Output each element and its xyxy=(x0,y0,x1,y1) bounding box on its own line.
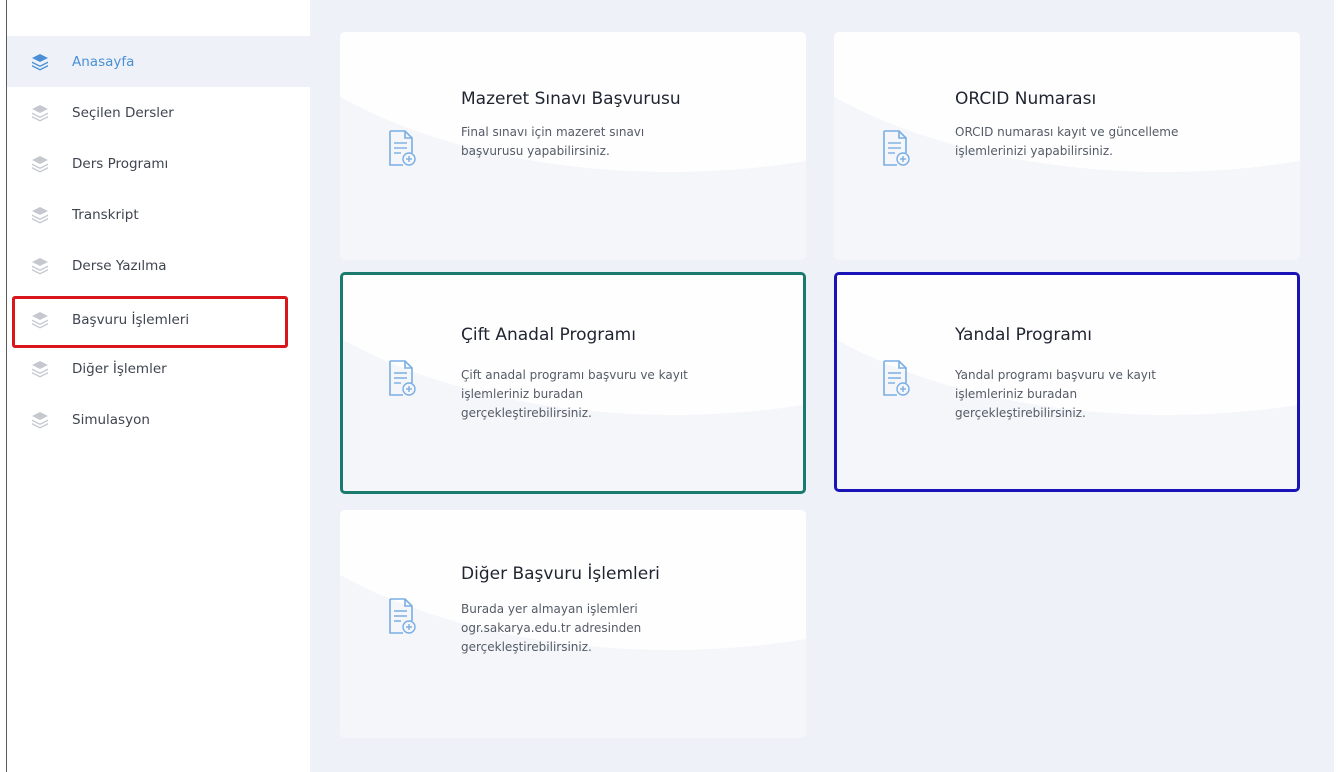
card-description-line: gerçekleştirebilirsiniz. xyxy=(955,406,1086,420)
layers-icon xyxy=(31,104,49,122)
card-yandal-programi[interactable]: Yandal Programı Yandal programı başvuru … xyxy=(834,272,1300,492)
card-description-line: işlemlerinizi yapabilirsiniz. xyxy=(955,144,1113,158)
card-title: ORCID Numarası xyxy=(955,89,1097,109)
sidebar-item-label: Seçilen Dersler xyxy=(72,104,174,121)
card-diger-basvuru-islemleri[interactable]: Diğer Başvuru İşlemleri Burada yer almay… xyxy=(340,510,806,738)
sidebar-item-secilen-dersler[interactable]: Seçilen Dersler xyxy=(7,87,310,138)
layers-icon xyxy=(31,311,49,329)
card-description-line: Burada yer almayan işlemleri xyxy=(461,602,638,616)
card-orcid-numarasi[interactable]: ORCID Numarası ORCID numarası kayıt ve g… xyxy=(834,32,1300,260)
sidebar-item-ders-programi[interactable]: Ders Programı xyxy=(7,138,310,189)
sidebar-item-label: Derse Yazılma xyxy=(72,257,167,274)
document-add-icon xyxy=(389,130,416,166)
card-description-line: işlemleriniz buradan xyxy=(461,387,584,401)
card-title: Mazeret Sınavı Başvurusu xyxy=(461,89,681,109)
card-description-line: işlemleriniz buradan xyxy=(955,387,1078,401)
sidebar: Anasayfa Seçilen Dersler Ders Programı T… xyxy=(7,0,310,772)
document-add-icon xyxy=(883,360,910,396)
sidebar-item-diger-islemler[interactable]: Diğer İşlemler xyxy=(7,343,310,394)
sidebar-item-label: Başvuru İşlemleri xyxy=(72,311,190,328)
card-description-line: Final sınavı için mazeret sınavı xyxy=(461,125,645,139)
card-title: Çift Anadal Programı xyxy=(461,325,636,345)
layers-icon xyxy=(31,53,49,71)
card-description-line: başvurusu yapabilirsiniz. xyxy=(461,144,610,158)
card-description-line: gerçekleştirebilirsiniz. xyxy=(461,640,592,654)
sidebar-item-derse-yazilma[interactable]: Derse Yazılma xyxy=(7,240,310,291)
document-add-icon xyxy=(389,598,416,634)
document-add-icon xyxy=(883,130,910,166)
sidebar-item-anasayfa[interactable]: Anasayfa xyxy=(7,36,310,87)
sidebar-item-simulasyon[interactable]: Simulasyon xyxy=(7,394,310,445)
card-title: Yandal Programı xyxy=(955,325,1093,345)
card-description: Burada yer almayan işlemleri ogr.sakarya… xyxy=(461,600,791,657)
card-description-line: Yandal programı başvuru ve kayıt xyxy=(955,368,1156,382)
card-description-line: Çift anadal programı başvuru ve kayıt xyxy=(461,368,688,382)
card-description-line: ogr.sakarya.edu.tr adresinden xyxy=(461,621,642,635)
layers-icon xyxy=(31,155,49,173)
card-description-line: ORCID numarası kayıt ve güncelleme xyxy=(955,125,1179,139)
layers-icon xyxy=(31,206,49,224)
main-content: Mazeret Sınavı Başvurusu Final sınavı iç… xyxy=(310,0,1334,772)
card-description-line: gerçekleştirebilirsiniz. xyxy=(461,406,592,420)
card-cift-anadal-programi[interactable]: Çift Anadal Programı Çift anadal program… xyxy=(340,272,806,494)
layers-icon xyxy=(31,360,49,378)
layers-icon xyxy=(31,411,49,429)
card-description: Final sınavı için mazeret sınavı başvuru… xyxy=(461,123,791,161)
card-description: Çift anadal programı başvuru ve kayıt iş… xyxy=(461,366,791,423)
card-mazeret-sinavi[interactable]: Mazeret Sınavı Başvurusu Final sınavı iç… xyxy=(340,32,806,260)
card-description: Yandal programı başvuru ve kayıt işlemle… xyxy=(955,366,1285,423)
card-description: ORCID numarası kayıt ve güncelleme işlem… xyxy=(955,123,1285,161)
sidebar-item-label: Transkript xyxy=(72,206,139,223)
layers-icon xyxy=(31,257,49,275)
sidebar-item-transkript[interactable]: Transkript xyxy=(7,189,310,240)
sidebar-item-label: Ders Programı xyxy=(72,155,169,172)
sidebar-item-label: Diğer İşlemler xyxy=(72,360,167,377)
sidebar-item-label: Simulasyon xyxy=(72,411,150,428)
document-add-icon xyxy=(389,360,416,396)
card-title: Diğer Başvuru İşlemleri xyxy=(461,564,660,584)
sidebar-item-basvuru-islemleri[interactable]: Başvuru İşlemleri xyxy=(7,294,310,345)
sidebar-item-label: Anasayfa xyxy=(72,53,135,70)
